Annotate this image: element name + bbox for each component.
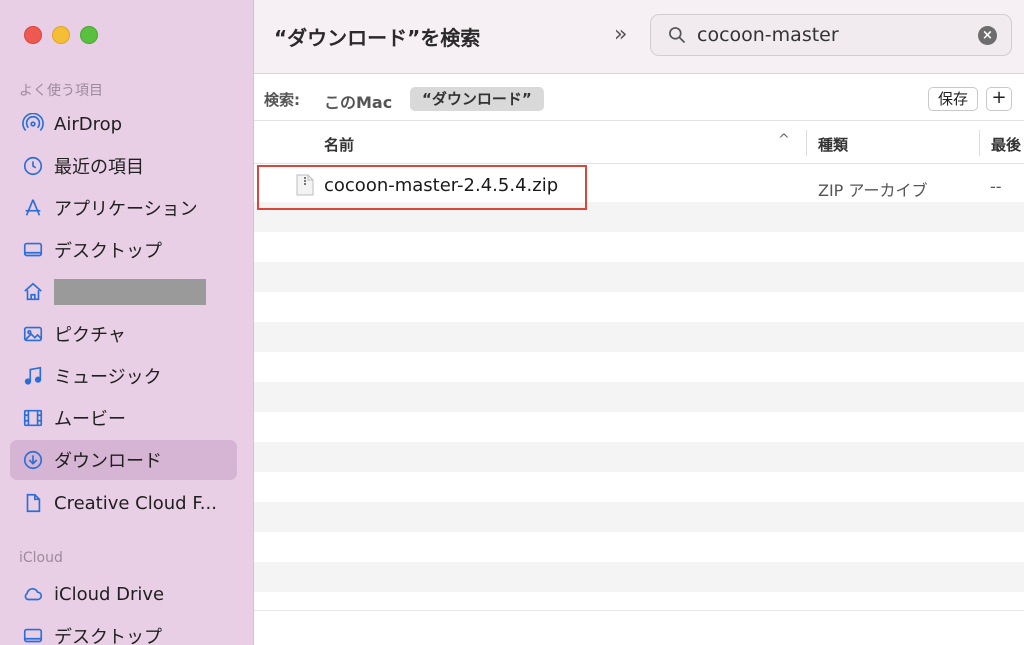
sidebar-item-creative-cloud[interactable]: Creative Cloud F... <box>10 483 237 523</box>
sidebar-item-label: アプリケーション <box>54 199 198 220</box>
sidebar-item-label: ダウンロード <box>54 451 162 472</box>
sidebar-item-label: ピクチャ <box>54 325 126 346</box>
column-header-kind[interactable]: 種類 <box>818 134 848 155</box>
applications-icon <box>20 195 46 221</box>
table-header: 名前 ^ 種類 最後 <box>254 122 1024 164</box>
document-icon <box>20 490 46 516</box>
sidebar-item-airdrop[interactable]: AirDrop <box>10 104 237 144</box>
save-search-button[interactable]: 保存 <box>928 87 979 111</box>
annotation-highlight-box <box>257 165 587 210</box>
sidebar-item-label: AirDrop <box>54 113 123 135</box>
sidebar-item-applications[interactable]: アプリケーション <box>10 188 237 228</box>
table-row <box>254 352 1024 382</box>
sidebar-item-label: 最近の項目 <box>54 157 144 178</box>
desktop-icon <box>20 237 46 263</box>
sidebar-item-label: ミュージック <box>54 367 162 388</box>
sidebar-item-music[interactable]: ミュージック <box>10 356 237 396</box>
toolbar-overflow-button[interactable]: » <box>614 22 627 47</box>
sidebar-item-downloads[interactable]: ダウンロード <box>10 440 237 480</box>
sidebar-item-icloud-drive[interactable]: iCloud Drive <box>10 574 237 614</box>
search-icon <box>669 27 686 44</box>
sidebar-item-icloud-desktop[interactable]: デスクトップ <box>10 616 237 645</box>
search-scope-bar: 検索: このMac “ダウンロード” 保存 + <box>254 75 1024 121</box>
scope-this-mac-button[interactable]: このMac <box>324 89 392 113</box>
sidebar-item-label: デスクトップ <box>54 241 162 262</box>
table-row <box>254 472 1024 502</box>
table-row <box>254 322 1024 352</box>
sidebar-item-recents[interactable]: 最近の項目 <box>10 146 237 186</box>
zoom-window-button[interactable] <box>80 26 98 44</box>
clear-search-button[interactable]: × <box>978 26 997 45</box>
toolbar: “ダウンロード”を検索 » cocoon-master × <box>254 0 1024 74</box>
table-row <box>254 292 1024 322</box>
table-row <box>254 532 1024 562</box>
sidebar-item-pictures[interactable]: ピクチャ <box>10 314 237 354</box>
search-input[interactable]: cocoon-master <box>697 24 839 46</box>
sidebar-item-label: Creative Cloud F... <box>54 492 217 514</box>
sidebar: よく使う項目 AirDrop 最近の項目 アプリケーション デスクトップ ピクチ… <box>0 0 254 645</box>
airdrop-icon <box>20 111 46 137</box>
icloud-heading: iCloud <box>19 550 63 566</box>
scope-label: 検索: <box>264 91 300 109</box>
download-icon <box>20 447 46 473</box>
redacted-username <box>54 279 206 305</box>
file-date-modified: -- <box>990 177 1002 196</box>
table-row <box>254 262 1024 292</box>
favorites-heading: よく使う項目 <box>19 83 103 99</box>
window-controls <box>24 26 98 44</box>
music-icon <box>20 363 46 389</box>
minimize-window-button[interactable] <box>52 26 70 44</box>
sidebar-item-movies[interactable]: ムービー <box>10 398 237 438</box>
results-list <box>254 164 1024 611</box>
clock-icon <box>20 153 46 179</box>
close-window-button[interactable] <box>24 26 42 44</box>
cloud-icon <box>20 581 46 607</box>
column-header-name[interactable]: 名前 <box>324 134 354 155</box>
sort-ascending-icon: ^ <box>778 132 790 148</box>
sidebar-item-label: iCloud Drive <box>54 583 165 605</box>
file-kind: ZIP アーカイブ <box>818 181 928 200</box>
scope-downloads-button[interactable]: “ダウンロード” <box>410 87 544 111</box>
table-row <box>254 412 1024 442</box>
sidebar-item-home[interactable] <box>10 272 237 312</box>
sidebar-item-desktop[interactable]: デスクトップ <box>10 230 237 270</box>
home-icon <box>20 279 46 305</box>
table-row <box>254 502 1024 532</box>
table-row <box>254 562 1024 592</box>
sidebar-item-label: デスクトップ <box>54 627 162 645</box>
column-header-date[interactable]: 最後 <box>991 134 1021 155</box>
add-criteria-button[interactable]: + <box>986 87 1012 111</box>
photo-icon <box>20 321 46 347</box>
table-row <box>254 232 1024 262</box>
table-row <box>254 382 1024 412</box>
column-divider[interactable] <box>979 130 980 156</box>
window-title: “ダウンロード”を検索 <box>274 26 481 50</box>
desktop-icon <box>20 623 46 645</box>
column-divider[interactable] <box>806 130 807 156</box>
sidebar-item-label: ムービー <box>54 409 126 430</box>
search-field[interactable]: cocoon-master × <box>650 14 1012 56</box>
table-row <box>254 442 1024 472</box>
film-icon <box>20 405 46 431</box>
